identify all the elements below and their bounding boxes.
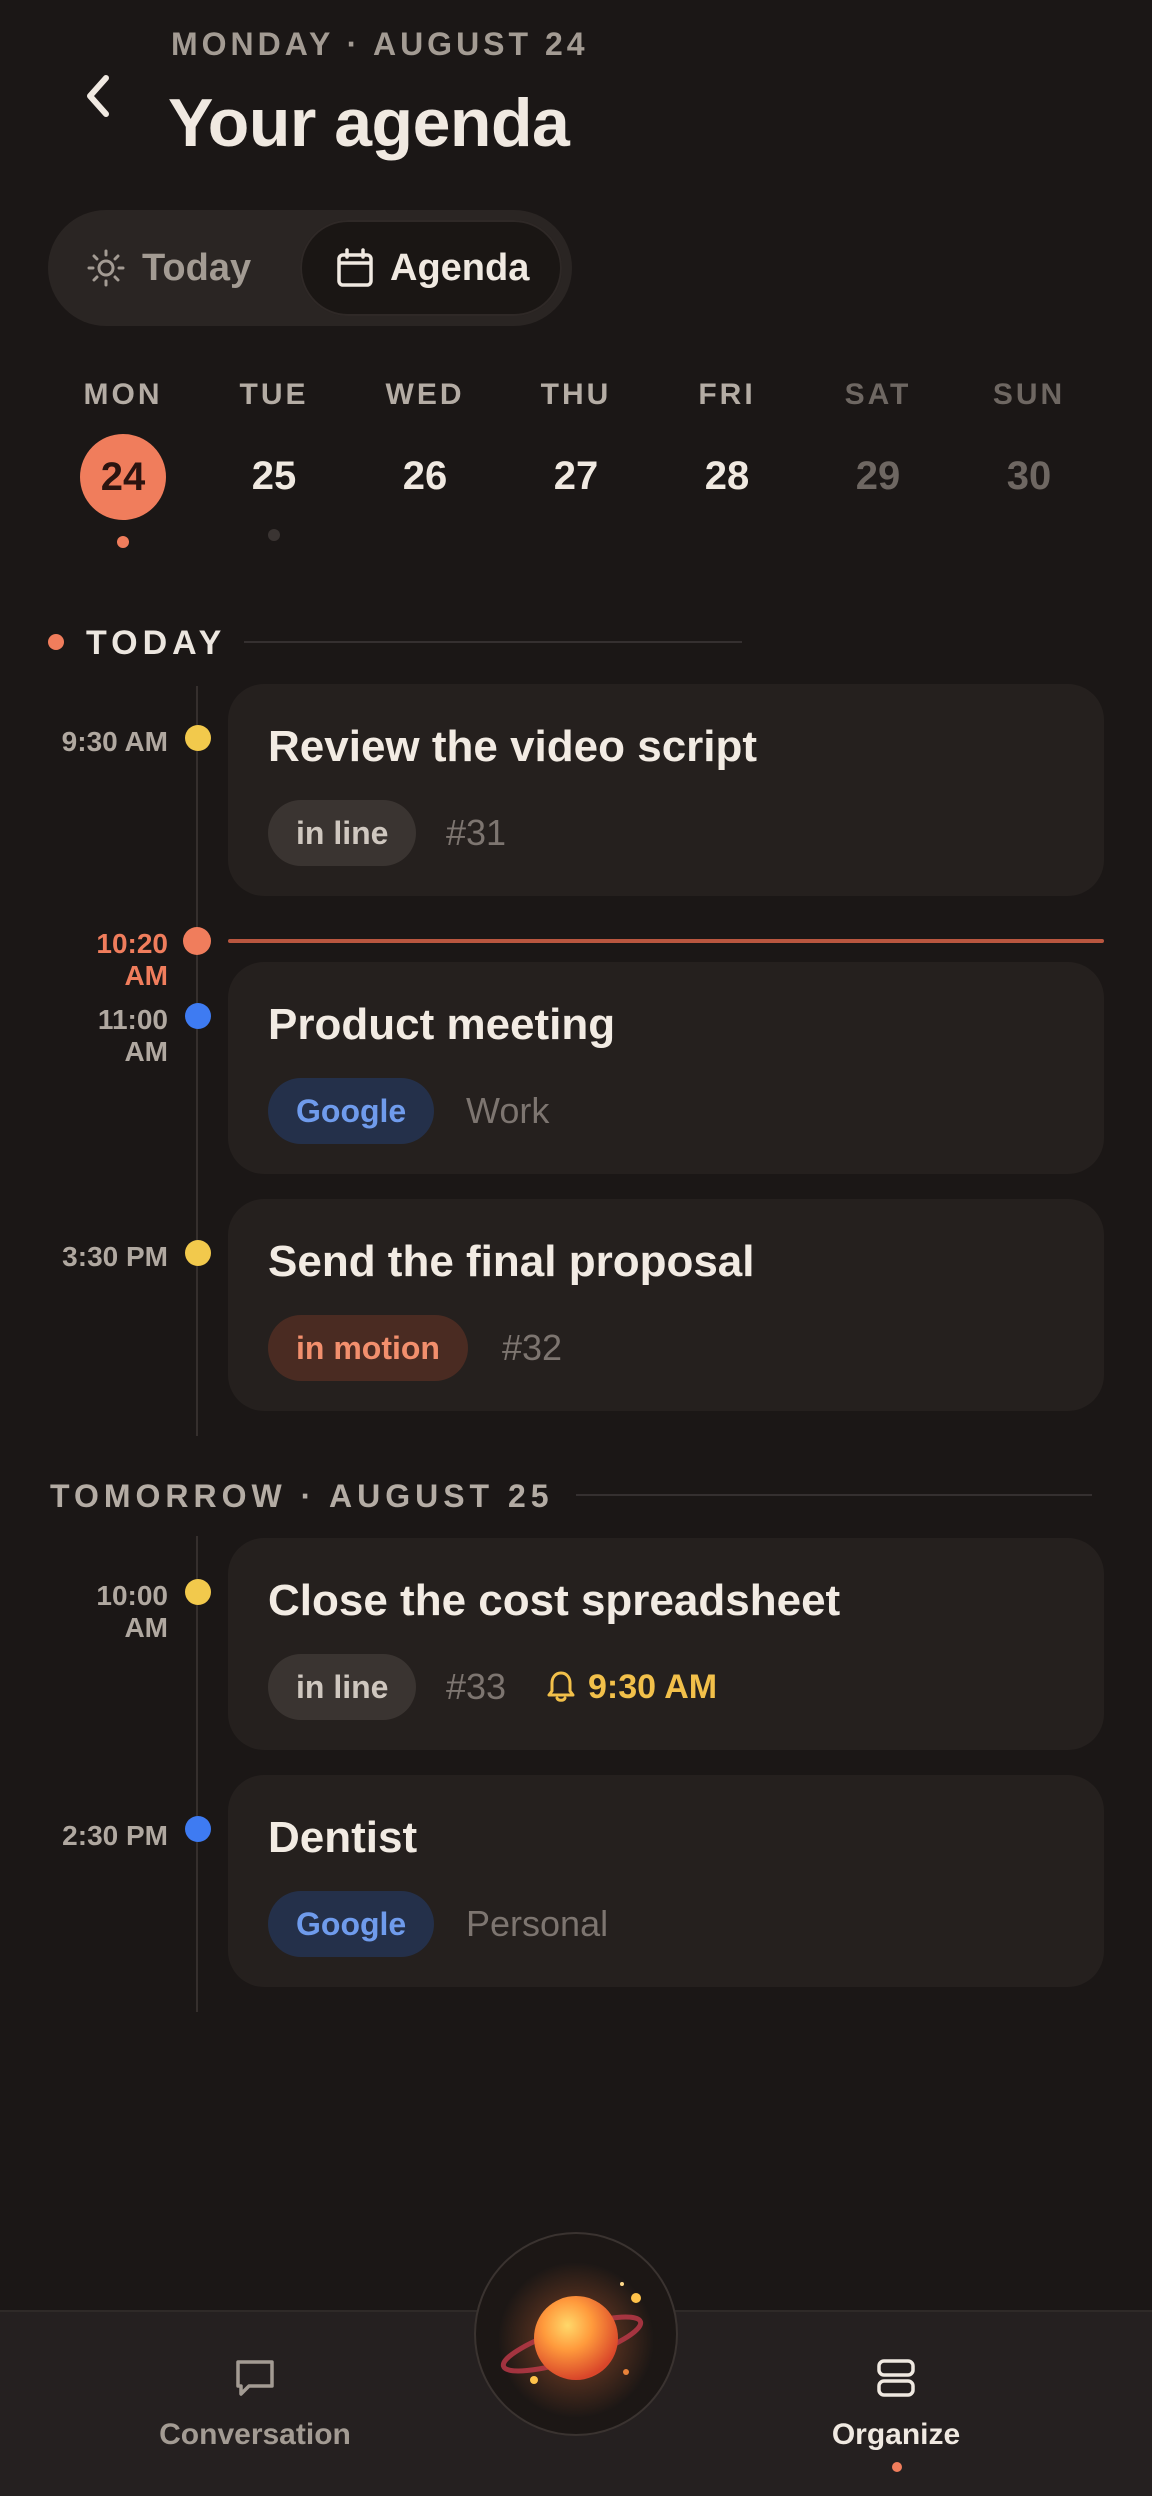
nav-conversation-label: Conversation [159,2418,351,2451]
calendar-chip: Google [268,1891,435,1957]
assistant-orb-button[interactable] [474,2232,678,2436]
event-title: Dentist [268,1813,418,1862]
event-card[interactable]: Dentist Google Personal [228,1775,1104,1987]
tab-agenda-label: Agenda [390,246,530,289]
event-meta: #33 [446,1666,507,1707]
event-title: Product meeting [268,1000,616,1049]
day-wed[interactable]: WED 26 [360,378,490,499]
event-card[interactable]: Product meeting Google Work [228,962,1104,1174]
current-time-label: 10:20 AM [96,928,168,991]
timeline-rail [196,1536,198,2012]
event-title: Send the final proposal [268,1237,755,1286]
event-meta: #31 [446,812,507,853]
chat-bubble-icon [236,2360,274,2396]
calendar-icon [337,248,373,287]
nav-conversation[interactable]: Conversation [135,2356,375,2452]
tab-today-label: Today [142,246,252,289]
day-thu[interactable]: THU 27 [511,378,641,499]
event-meta: Personal [466,1903,609,1944]
event-dot [185,725,211,751]
day-label: THU [540,378,612,411]
chevron-left-icon [87,75,109,117]
planet-orb-icon [498,2262,654,2418]
event-indicator-dot [268,529,280,541]
status-chip: in line [268,800,417,866]
section-label-tomorrow: TOMORROW · AUGUST 25 [50,1478,554,1514]
event-dot [185,1003,211,1029]
event-dot [185,1816,211,1842]
event-indicator-dot [117,536,129,548]
page-title: Your agenda [168,85,570,161]
day-number: 26 [402,454,448,498]
event-meta: #32 [502,1327,563,1368]
stacked-panels-icon [877,2359,915,2397]
event-time: 10:00 AM [96,1580,168,1643]
reminder: 9:30 AM [546,1654,717,1720]
bell-icon [547,1671,575,1702]
event-title: Review the video script [268,722,758,771]
current-time-dot [183,927,211,955]
day-label: SAT [844,378,912,411]
back-button[interactable] [70,68,126,124]
date-line: MONDAY · AUGUST 24 [171,26,589,62]
status-chip: in motion [268,1315,468,1381]
nav-organize[interactable]: Organize [776,2356,1016,2452]
event-title: Close the cost spreadsheet [268,1576,841,1625]
event-card[interactable]: Close the cost spreadsheet in line #33 9… [228,1538,1104,1750]
current-time-line [228,939,1104,943]
day-sat[interactable]: SAT 29 [813,378,943,499]
day-label: WED [385,378,465,411]
day-fri[interactable]: FRI 28 [662,378,792,499]
day-mon[interactable]: MON 24 [58,378,188,548]
day-number: 28 [704,454,750,498]
status-chip: in line [268,1654,417,1720]
sun-icon [87,249,125,287]
event-time: 11:00 AM [97,1004,168,1067]
day-number: 30 [1006,454,1052,498]
day-label: TUE [239,378,309,411]
view-segmented-control: Today Agenda [48,210,572,326]
day-label: SUN [992,378,1066,411]
active-nav-indicator [892,2462,902,2472]
today-section-dot [48,634,64,650]
day-label: FRI [698,378,756,411]
event-time: 9:30 AM [61,726,168,757]
day-number-selected: 24 [80,434,166,520]
event-card[interactable]: Send the final proposal in motion #32 [228,1199,1104,1411]
day-tue[interactable]: TUE 25 [209,378,339,541]
event-card[interactable]: Review the video script in line #31 [228,684,1104,896]
day-number: 29 [855,454,901,498]
section-divider [244,641,742,643]
event-time: 2:30 PM [62,1820,168,1851]
event-dot [185,1240,211,1266]
nav-organize-label: Organize [831,2418,961,2451]
section-label-today: TODAY [86,624,227,662]
event-time: 3:30 PM [62,1241,168,1272]
day-number: 27 [553,454,599,498]
day-label: MON [83,378,163,411]
timeline-rail [196,686,198,1436]
day-sun[interactable]: SUN 30 [964,378,1094,499]
tab-agenda[interactable]: Agenda [300,220,562,316]
section-divider [576,1494,1092,1496]
tab-today[interactable]: Today [86,220,251,316]
event-meta: Work [466,1090,550,1131]
reminder-time: 9:30 AM [588,1667,718,1706]
day-number: 25 [251,454,297,498]
calendar-chip: Google [268,1078,435,1144]
event-dot [185,1579,211,1605]
